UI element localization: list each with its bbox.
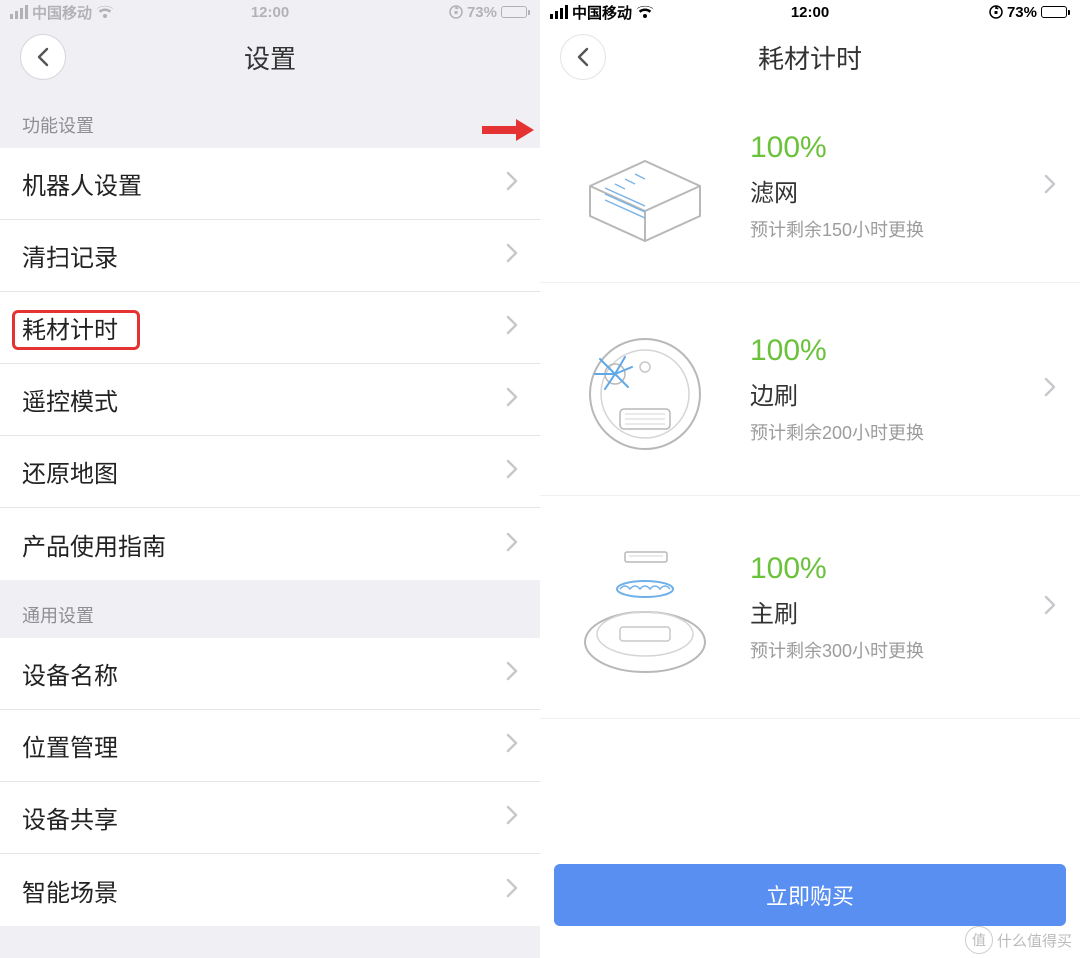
consumable-name: 主刷	[750, 594, 1044, 629]
row-label: 耗材计时	[22, 310, 118, 345]
consumable-row[interactable]: 100% 滤网预计剩余150小时更换	[540, 90, 1080, 283]
row-label: 位置管理	[22, 728, 118, 763]
battery-pct-label: 73%	[467, 4, 497, 21]
chevron-right-icon	[506, 733, 518, 758]
page-title: 耗材计时	[758, 39, 862, 76]
consumable-illustration-icon	[540, 532, 750, 682]
row-label: 遥控模式	[22, 382, 118, 417]
settings-row[interactable]: 清扫记录	[0, 220, 540, 292]
chevron-right-icon	[506, 532, 518, 557]
section-header-functions: 功能设置	[0, 90, 540, 148]
watermark-glyph-icon: 值	[965, 926, 993, 954]
settings-row[interactable]: 设备共享	[0, 782, 540, 854]
chevron-right-icon	[506, 878, 518, 903]
section-header-general: 通用设置	[0, 580, 540, 638]
consumable-illustration-icon	[540, 126, 750, 246]
signal-icon	[550, 5, 568, 19]
row-label: 设备名称	[22, 656, 118, 691]
page-title: 设置	[244, 39, 296, 76]
chevron-left-icon	[36, 47, 50, 67]
consumable-remaining: 预计剩余150小时更换	[750, 216, 1044, 242]
chevron-left-icon	[576, 47, 590, 67]
carrier-label: 中国移动	[32, 2, 92, 23]
row-label: 产品使用指南	[22, 527, 166, 562]
consumable-info: 100% 边刷预计剩余200小时更换	[750, 334, 1044, 445]
wifi-icon	[96, 5, 114, 19]
chevron-right-icon	[1044, 377, 1062, 402]
consumable-name: 边刷	[750, 376, 1044, 411]
consumable-remaining: 预计剩余200小时更换	[750, 419, 1044, 445]
wifi-icon	[636, 5, 654, 19]
left-phone-screen: 中国移动 12:00 73% 设置 功能设置 机器人设置清扫记录耗材计时遥控模式…	[0, 0, 540, 958]
arrow-annotation-icon	[480, 116, 536, 149]
settings-row[interactable]: 耗材计时	[0, 292, 540, 364]
orientation-lock-icon	[449, 5, 463, 19]
chevron-right-icon	[1044, 595, 1062, 620]
chevron-right-icon	[506, 805, 518, 830]
chevron-right-icon	[506, 315, 518, 340]
clock-label: 12:00	[251, 4, 289, 21]
settings-row[interactable]: 智能场景	[0, 854, 540, 926]
section-label: 功能设置	[22, 112, 94, 138]
settings-row[interactable]: 机器人设置	[0, 148, 540, 220]
row-label: 还原地图	[22, 454, 118, 489]
consumable-info: 100% 滤网预计剩余150小时更换	[750, 131, 1044, 242]
consumable-remaining: 预计剩余300小时更换	[750, 637, 1044, 663]
clock-label: 12:00	[791, 4, 829, 21]
signal-icon	[10, 5, 28, 19]
carrier-label: 中国移动	[572, 2, 632, 23]
row-label: 机器人设置	[22, 166, 142, 201]
settings-row[interactable]: 产品使用指南	[0, 508, 540, 580]
back-button[interactable]	[560, 34, 606, 80]
status-bar: 中国移动 12:00 73%	[0, 0, 540, 24]
chevron-right-icon	[1044, 174, 1062, 199]
consumable-info: 100% 主刷预计剩余300小时更换	[750, 552, 1044, 663]
chevron-right-icon	[506, 243, 518, 268]
section-label: 通用设置	[22, 602, 94, 628]
row-label: 设备共享	[22, 800, 118, 835]
row-label: 清扫记录	[22, 238, 118, 273]
battery-icon	[501, 6, 530, 18]
consumable-pct: 100%	[750, 552, 1044, 586]
chevron-right-icon	[506, 459, 518, 484]
consumable-name: 滤网	[750, 173, 1044, 208]
back-button[interactable]	[20, 34, 66, 80]
chevron-right-icon	[506, 661, 518, 686]
chevron-right-icon	[506, 387, 518, 412]
consumable-row[interactable]: 100% 边刷预计剩余200小时更换	[540, 283, 1080, 496]
battery-pct-label: 73%	[1007, 4, 1037, 21]
watermark-text: 什么值得买	[997, 930, 1072, 951]
consumable-pct: 100%	[750, 131, 1044, 165]
row-label: 智能场景	[22, 873, 118, 908]
settings-row[interactable]: 遥控模式	[0, 364, 540, 436]
orientation-lock-icon	[989, 5, 1003, 19]
battery-icon	[1041, 6, 1070, 18]
settings-row[interactable]: 还原地图	[0, 436, 540, 508]
status-bar: 中国移动 12:00 73%	[540, 0, 1080, 24]
buy-now-button[interactable]: 立即购买	[554, 864, 1066, 926]
nav-bar: 耗材计时	[540, 24, 1080, 90]
chevron-right-icon	[506, 171, 518, 196]
settings-row[interactable]: 设备名称	[0, 638, 540, 710]
consumable-pct: 100%	[750, 334, 1044, 368]
right-phone-screen: 中国移动 12:00 73% 耗材计时 100%滤网预计剩余150小时更换100…	[540, 0, 1080, 958]
consumable-row[interactable]: 100% 主刷预计剩余300小时更换	[540, 496, 1080, 719]
settings-row[interactable]: 位置管理	[0, 710, 540, 782]
nav-bar: 设置	[0, 24, 540, 90]
watermark: 值 什么值得买	[965, 926, 1072, 954]
consumable-illustration-icon	[540, 319, 750, 459]
